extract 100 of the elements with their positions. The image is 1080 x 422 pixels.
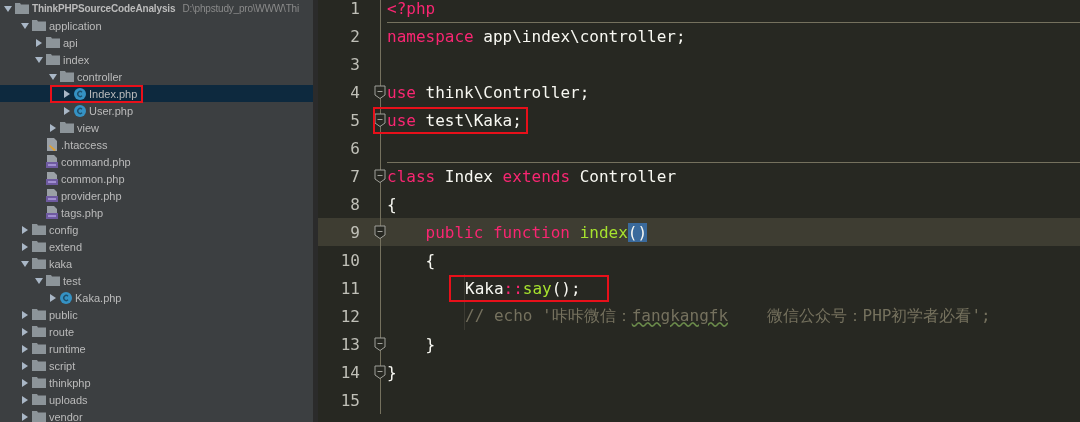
tree-item[interactable]: config bbox=[0, 221, 313, 238]
file-name: command.php bbox=[61, 155, 131, 168]
fold-icon[interactable] bbox=[374, 225, 386, 239]
folder-icon bbox=[32, 360, 46, 371]
tree-item[interactable]: index bbox=[0, 51, 313, 68]
tree-item[interactable]: application bbox=[0, 17, 313, 34]
caret-down-icon[interactable] bbox=[49, 72, 57, 81]
tree-item[interactable]: api bbox=[0, 34, 313, 51]
code-line: class Index extends Controller bbox=[387, 167, 676, 186]
tree-item[interactable]: ThinkPHPSourceCodeAnalysis D:\phpstudy_pro\WWW\Thi bbox=[0, 0, 313, 17]
caret-right-icon[interactable] bbox=[21, 310, 29, 319]
fold-icon[interactable] bbox=[374, 85, 386, 99]
folder-icon bbox=[15, 3, 29, 14]
fold-icon[interactable] bbox=[374, 337, 386, 351]
file-name: kaka bbox=[49, 257, 73, 270]
caret-down-icon[interactable] bbox=[21, 259, 29, 268]
fold-icon[interactable] bbox=[374, 169, 386, 183]
file-name: route bbox=[49, 325, 75, 338]
tree-item[interactable]: route bbox=[0, 323, 313, 340]
file-name: vendor bbox=[49, 410, 83, 422]
line-number: 6 bbox=[349, 138, 361, 158]
fold-icon[interactable] bbox=[374, 113, 386, 127]
tree-item[interactable]: extend bbox=[0, 238, 313, 255]
file-name: ThinkPHPSourceCodeAnalysis bbox=[32, 3, 176, 14]
caret-right-icon[interactable] bbox=[49, 293, 57, 302]
file-name: script bbox=[49, 359, 76, 372]
caret-down-icon[interactable] bbox=[4, 4, 12, 13]
code-line: } bbox=[387, 362, 397, 382]
code-line: } bbox=[425, 334, 436, 354]
caret-right-icon[interactable] bbox=[21, 344, 29, 353]
line-number: 12 bbox=[339, 306, 361, 326]
folder-icon bbox=[32, 326, 46, 337]
caret-right-icon[interactable] bbox=[21, 242, 29, 251]
file-name: .htaccess bbox=[61, 138, 108, 151]
caret-right-icon[interactable] bbox=[49, 123, 57, 132]
folder-icon bbox=[46, 37, 60, 48]
code-line: { bbox=[425, 250, 436, 270]
line-number: 13 bbox=[339, 334, 361, 354]
caret-right-icon[interactable] bbox=[21, 361, 29, 370]
code-line: <?php bbox=[387, 0, 436, 18]
fold-icon[interactable] bbox=[374, 365, 386, 379]
tree-item[interactable]: .htaccess bbox=[0, 136, 313, 153]
tree-item[interactable]: Kaka.php bbox=[0, 289, 313, 306]
tree-item[interactable]: provider.php bbox=[0, 187, 313, 204]
line-number: 11 bbox=[339, 278, 361, 298]
folder-icon bbox=[60, 71, 74, 82]
tree-item[interactable]: public bbox=[0, 306, 313, 323]
php-file-icon bbox=[46, 206, 58, 219]
folder-icon bbox=[32, 309, 46, 320]
file-name: uploads bbox=[49, 393, 88, 406]
line-number: 9 bbox=[349, 222, 361, 242]
tree-item[interactable]: tags.php bbox=[0, 204, 313, 221]
tree-item[interactable]: User.php bbox=[0, 102, 313, 119]
tree-item[interactable]: vendor bbox=[0, 408, 313, 422]
file-name: api bbox=[63, 36, 78, 49]
file-name: test bbox=[63, 274, 81, 287]
caret-right-icon[interactable] bbox=[21, 378, 29, 387]
line-number: 1 bbox=[349, 0, 361, 18]
file-name: public bbox=[49, 308, 78, 321]
folder-icon bbox=[32, 343, 46, 354]
tree-item[interactable]: Index.php bbox=[0, 85, 313, 102]
folder-icon bbox=[32, 20, 46, 31]
tree-item[interactable]: kaka bbox=[0, 255, 313, 272]
caret-right-icon[interactable] bbox=[21, 395, 29, 404]
code-line: namespace app\index\controller; bbox=[387, 27, 686, 46]
caret-right-icon[interactable] bbox=[21, 412, 29, 421]
file-name: application bbox=[49, 19, 102, 32]
tree-item[interactable]: controller bbox=[0, 68, 313, 85]
tree-item[interactable]: test bbox=[0, 272, 313, 289]
caret-right-icon[interactable] bbox=[63, 89, 71, 98]
folder-icon bbox=[32, 224, 46, 235]
tree-item[interactable]: view bbox=[0, 119, 313, 136]
project-path: D:\phpstudy_pro\WWW\Thi bbox=[182, 3, 299, 14]
line-number: 4 bbox=[349, 82, 361, 102]
line-number: 7 bbox=[349, 166, 361, 186]
caret-down-icon[interactable] bbox=[35, 55, 43, 64]
tree-item[interactable]: script bbox=[0, 357, 313, 374]
caret-right-icon[interactable] bbox=[21, 225, 29, 234]
php-file-icon bbox=[46, 189, 58, 202]
caret-down-icon[interactable] bbox=[35, 276, 43, 285]
php-file-icon bbox=[46, 155, 58, 168]
class-icon bbox=[60, 291, 72, 304]
caret-right-icon[interactable] bbox=[35, 38, 43, 47]
file-name: Kaka.php bbox=[75, 291, 122, 304]
folder-icon bbox=[46, 275, 60, 286]
folder-icon bbox=[32, 394, 46, 405]
tree-item[interactable]: command.php bbox=[0, 153, 313, 170]
caret-right-icon[interactable] bbox=[21, 327, 29, 336]
file-name: Index.php bbox=[89, 87, 138, 100]
line-number: 15 bbox=[339, 390, 361, 410]
code-line: // echo '咔咔微信：fangkangfk 微信公众号：PHP初学者必看'; bbox=[465, 305, 991, 327]
caret-down-icon[interactable] bbox=[21, 21, 29, 30]
tree-item[interactable]: common.php bbox=[0, 170, 313, 187]
file-name: extend bbox=[49, 240, 83, 253]
tree-item[interactable]: runtime bbox=[0, 340, 313, 357]
code-line: use think\Controller; bbox=[387, 82, 590, 102]
code-line: { bbox=[387, 194, 397, 214]
tree-item[interactable]: thinkphp bbox=[0, 374, 313, 391]
caret-right-icon[interactable] bbox=[63, 106, 71, 115]
tree-item[interactable]: uploads bbox=[0, 391, 313, 408]
